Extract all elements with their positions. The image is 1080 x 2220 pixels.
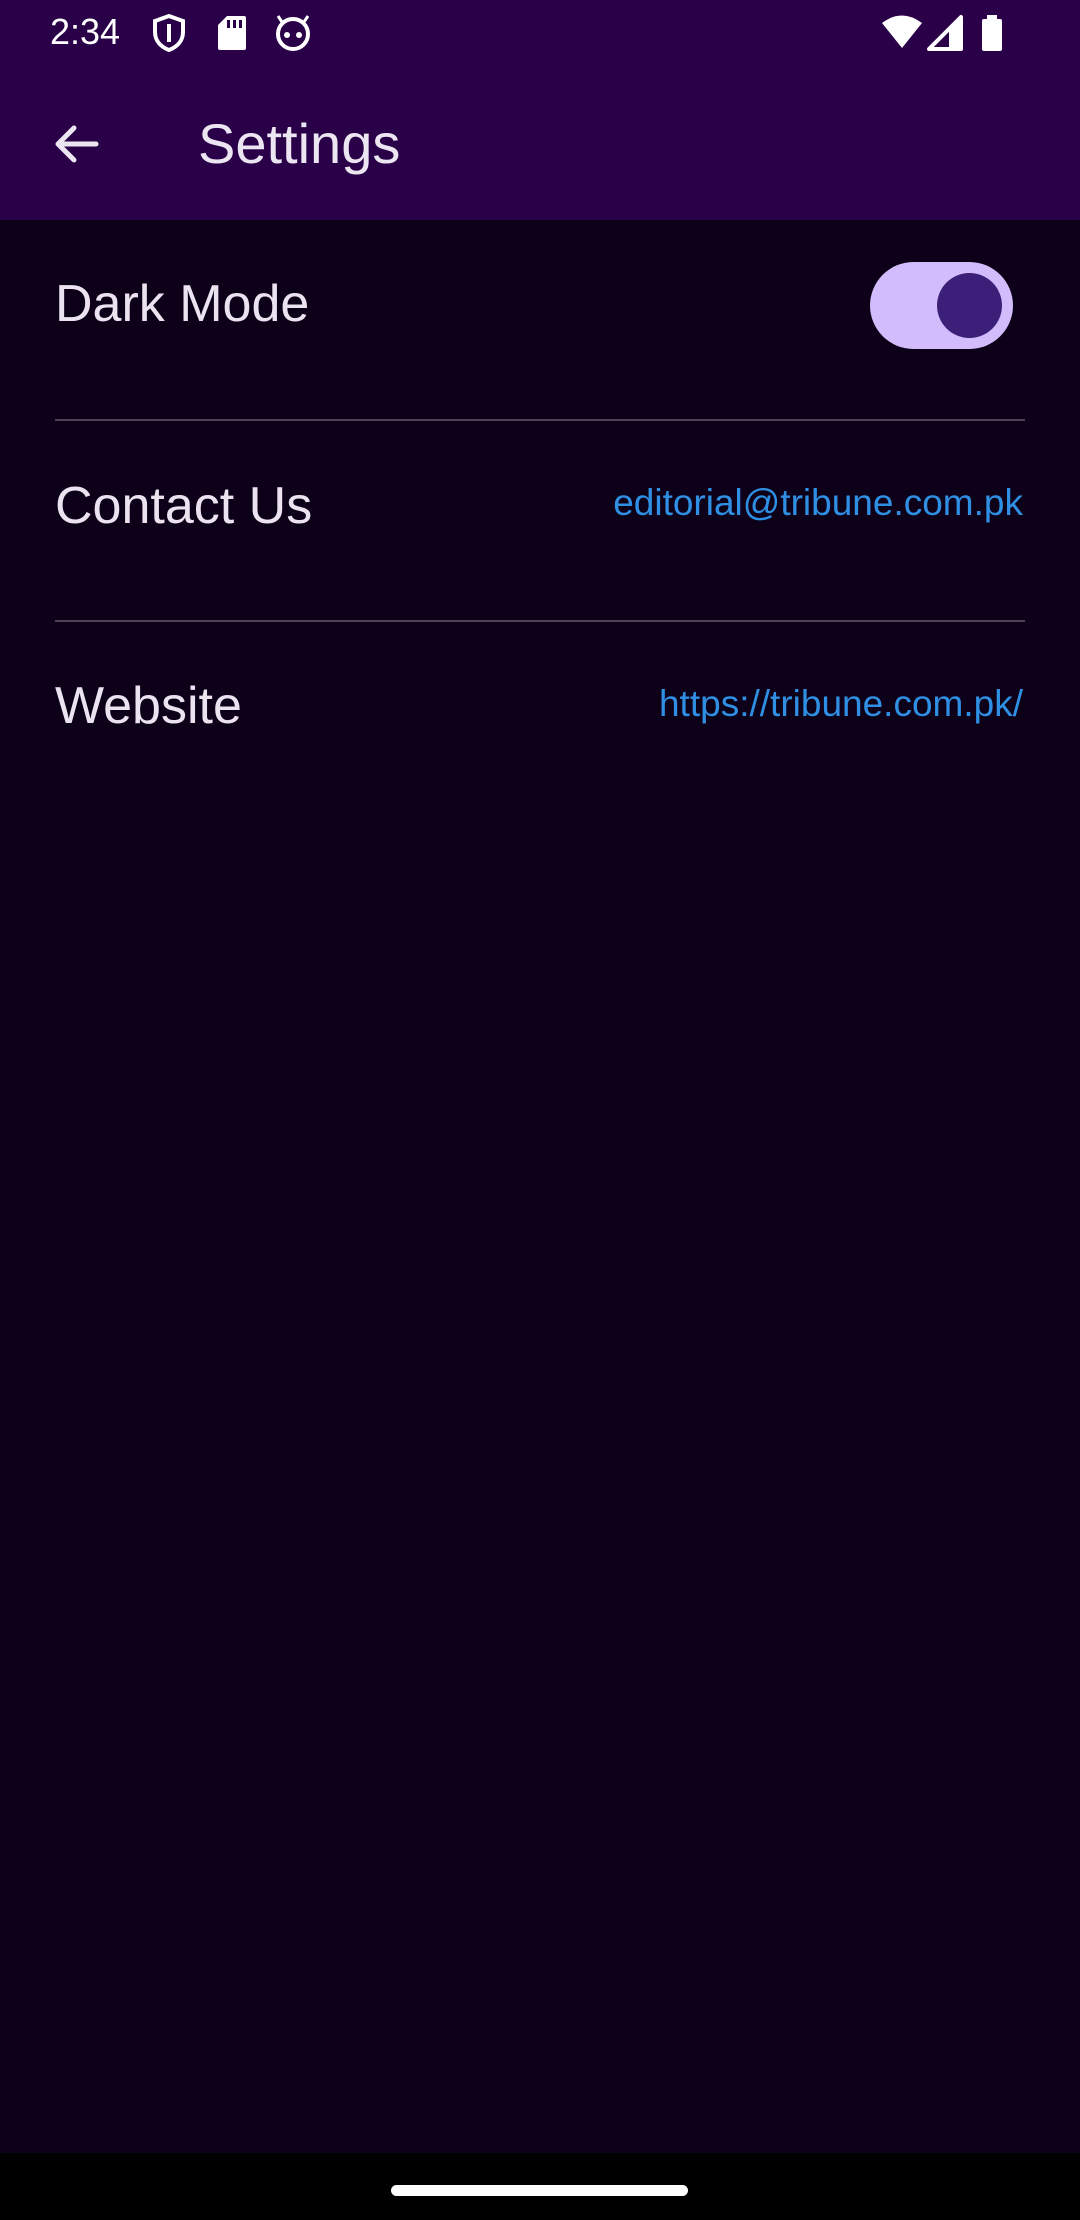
app-bar: Settings xyxy=(0,66,1080,220)
contact-us-row: Contact Us editorial@tribune.com.pk xyxy=(55,421,1025,620)
contact-us-label: Contact Us xyxy=(55,477,313,535)
shield-icon xyxy=(153,14,185,52)
home-indicator[interactable] xyxy=(391,2185,688,2196)
website-link[interactable]: https://tribune.com.pk/ xyxy=(659,680,1023,728)
website-row: Website https://tribune.com.pk/ xyxy=(55,622,1025,821)
contact-email-link[interactable]: editorial@tribune.com.pk xyxy=(613,479,1023,527)
sd-card-icon xyxy=(218,16,246,50)
arrow-back-icon xyxy=(55,125,99,163)
navigation-bar xyxy=(0,2153,1080,2220)
dark-mode-row[interactable]: Dark Mode xyxy=(55,220,1025,419)
toggle-knob xyxy=(937,273,1002,338)
dark-mode-toggle[interactable] xyxy=(870,262,1013,349)
status-bar: 2:34 xyxy=(0,0,1080,66)
page-title: Settings xyxy=(198,112,401,175)
dark-mode-label: Dark Mode xyxy=(55,275,310,333)
status-time: 2:34 xyxy=(50,11,121,52)
settings-list: Dark Mode Contact Us editorial@tribune.c… xyxy=(0,220,1080,821)
battery-icon xyxy=(982,15,1002,51)
website-label: Website xyxy=(55,677,242,735)
wifi-icon xyxy=(882,15,922,48)
top-bar-area: 2:34 Settings xyxy=(0,0,1080,220)
back-button[interactable] xyxy=(40,108,112,180)
robot-face-icon xyxy=(276,15,310,51)
signal-icon xyxy=(927,15,963,51)
